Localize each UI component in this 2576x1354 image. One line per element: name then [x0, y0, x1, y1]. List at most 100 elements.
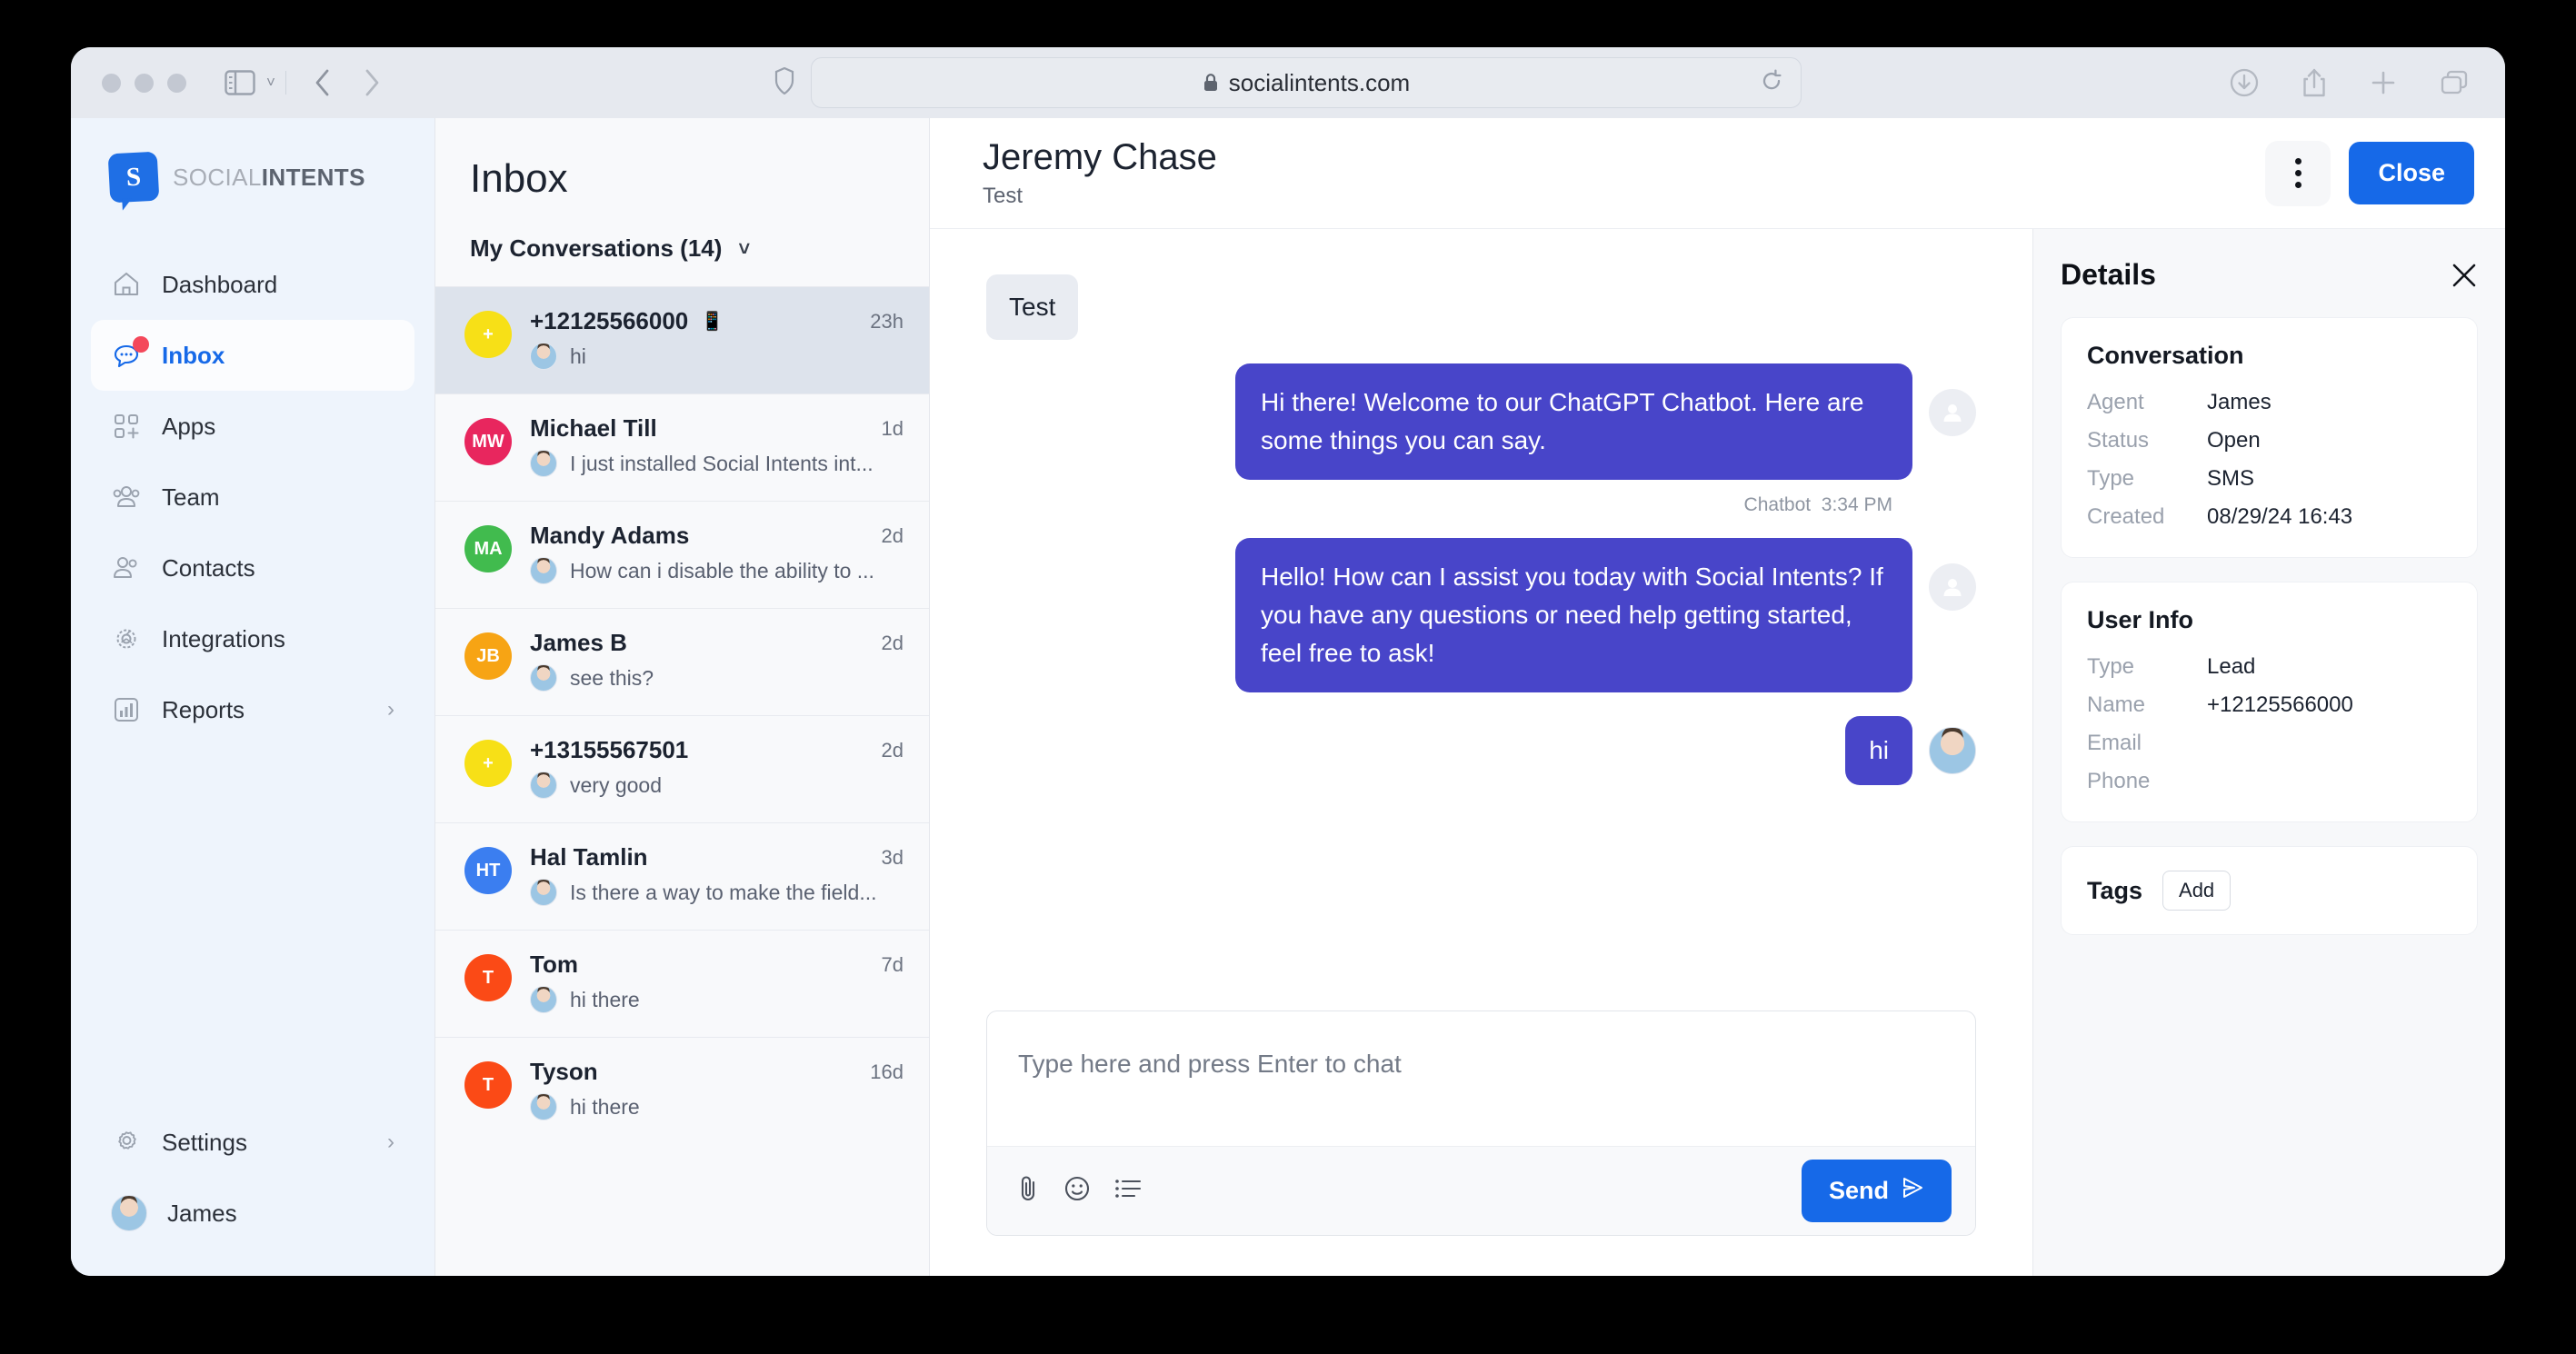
- sidebar-item-apps[interactable]: Apps: [91, 391, 414, 462]
- paperclip-icon[interactable]: [1016, 1174, 1040, 1208]
- list-item[interactable]: + +12125566000 📱 23h hi: [435, 286, 929, 393]
- list-item-name: +12125566000: [530, 307, 689, 334]
- forward-arrow-icon[interactable]: [363, 68, 381, 97]
- list-item-name: +13155567501: [530, 736, 689, 763]
- message-author: Chatbot: [1743, 494, 1812, 515]
- list-item-name: James B: [530, 629, 627, 656]
- message-bubble-incoming: Test: [986, 274, 1079, 340]
- message-composer: Type here and press Enter to chat Send: [986, 1011, 1976, 1236]
- kebab-menu-icon[interactable]: [2265, 140, 2331, 206]
- conversation-list-panel: Inbox My Conversations (14) ˅ + +12125566…: [434, 118, 930, 1276]
- avatar: [111, 1195, 147, 1231]
- detail-row: Type SMS: [2087, 466, 2451, 492]
- close-conversation-button[interactable]: Close: [2349, 142, 2474, 204]
- page-title: Inbox: [470, 156, 568, 201]
- sidebar-item-integrations[interactable]: Integrations: [91, 603, 414, 674]
- sidebar-item-label: Settings: [162, 1128, 247, 1156]
- message-input[interactable]: Type here and press Enter to chat: [987, 1011, 1975, 1146]
- avatar: [530, 1093, 557, 1120]
- chevron-down-icon: ˅: [738, 236, 751, 260]
- list-item[interactable]: JB James B 2d see this?: [435, 608, 929, 715]
- detail-key: Type: [2087, 654, 2135, 679]
- share-icon[interactable]: [2301, 67, 2327, 98]
- sidebar-item-label: Integrations: [162, 624, 285, 652]
- avatar: +: [464, 311, 512, 358]
- detail-key: Phone: [2087, 769, 2151, 793]
- message-time: 3:34 PM: [1821, 494, 1892, 515]
- list-item-time: 7d: [881, 952, 904, 976]
- tab-overview-icon[interactable]: [2440, 69, 2469, 96]
- list-item-snippet: hi: [570, 343, 586, 368]
- sidebar-footer: Settings › James: [71, 1107, 434, 1276]
- avatar: [530, 343, 557, 370]
- list-item[interactable]: + +13155567501 2d very good: [435, 715, 929, 822]
- url-input[interactable]: socialintents.com: [811, 57, 1802, 108]
- logo-letter: S: [125, 162, 142, 192]
- list-item[interactable]: T Tom 7d hi there: [435, 930, 929, 1037]
- list-item[interactable]: T Tyson 16d hi there: [435, 1037, 929, 1144]
- url-text: socialintents.com: [1228, 68, 1411, 96]
- avatar: HT: [464, 847, 512, 894]
- brand-logo[interactable]: S SOCIALINTENTS: [71, 118, 434, 204]
- maximize-window-button[interactable]: [167, 73, 186, 93]
- sidebar-item-reports[interactable]: Reports ›: [91, 674, 414, 745]
- back-arrow-icon[interactable]: [314, 68, 332, 97]
- list-item-snippet: hi there: [570, 1094, 640, 1119]
- add-tag-button[interactable]: Add: [2162, 871, 2232, 911]
- sidebar-user-name: James: [167, 1199, 237, 1227]
- sidebar-item-team[interactable]: Team: [91, 462, 414, 533]
- shield-icon[interactable]: [774, 66, 794, 99]
- close-x-icon[interactable]: [2451, 262, 2478, 289]
- inbox-header: Inbox My Conversations (14) ˅: [435, 118, 929, 286]
- avatar: [530, 879, 557, 906]
- window-traffic-lights[interactable]: [102, 73, 186, 93]
- list-item-time: 2d: [881, 631, 904, 654]
- conversation-filter-dropdown[interactable]: My Conversations (14) ˅: [470, 234, 894, 263]
- details-panel: Details Conversation Agent James Status Ope…: [2032, 229, 2505, 1276]
- list-icon[interactable]: [1114, 1177, 1142, 1205]
- sidebar-item-dashboard[interactable]: Dashboard: [91, 249, 414, 320]
- avatar: JB: [464, 632, 512, 680]
- user-info-heading: User Info: [2087, 606, 2194, 633]
- chevron-right-icon: ›: [387, 1130, 394, 1154]
- close-window-button[interactable]: [102, 73, 121, 93]
- sidebar-user-profile[interactable]: James: [91, 1178, 414, 1249]
- lock-icon: [1203, 73, 1219, 93]
- conversation-filter-label: My Conversations (14): [470, 234, 723, 262]
- sidebar-item-contacts[interactable]: Contacts: [91, 533, 414, 603]
- send-button[interactable]: Send: [1801, 1160, 1952, 1222]
- sidebar-dropdown-chevron-icon[interactable]: ˅: [266, 74, 275, 92]
- detail-row: Created 08/29/24 16:43: [2087, 504, 2451, 530]
- avatar: T: [464, 1061, 512, 1109]
- detail-key: Agent: [2087, 390, 2144, 414]
- detail-key: Email: [2087, 731, 2142, 755]
- minimize-window-button[interactable]: [135, 73, 154, 93]
- reload-icon[interactable]: [1761, 68, 1782, 97]
- message-bubble-outgoing: Hello! How can I assist you today with S…: [1235, 538, 1912, 692]
- smiley-icon[interactable]: [1063, 1175, 1091, 1207]
- list-item[interactable]: MW Michael Till 1d I just installed Social …: [435, 393, 929, 501]
- detail-row: Name +12125566000: [2087, 692, 2451, 718]
- tags-card: Tags Add: [2061, 846, 2478, 935]
- sidebar-item-inbox[interactable]: Inbox: [91, 320, 414, 391]
- detail-value: James: [2207, 390, 2271, 414]
- send-button-label: Send: [1828, 1177, 1889, 1204]
- list-item[interactable]: HT Hal Tamlin 3d Is there a way to make the…: [435, 822, 929, 930]
- sidebar-item-settings[interactable]: Settings ›: [91, 1107, 414, 1178]
- browser-window: ˅ socialintents.com S SOCIALINTENTS Dash…: [71, 47, 2505, 1276]
- logo-text-intents: INTENTS: [261, 163, 365, 191]
- avatar: [530, 772, 557, 799]
- detail-value: Lead: [2207, 654, 2256, 679]
- plus-icon[interactable]: [2370, 69, 2397, 96]
- sidebar-toggle-icon[interactable]: [225, 70, 255, 95]
- toolbar-divider: [285, 71, 286, 95]
- list-item-name: Hal Tamlin: [530, 843, 648, 871]
- avatar: [530, 664, 557, 692]
- message-bubble-outgoing: Hi there! Welcome to our ChatGPT Chatbot…: [1235, 363, 1912, 480]
- downloads-icon[interactable]: [2230, 68, 2259, 97]
- list-item-time: 2d: [881, 738, 904, 762]
- detail-row: Type Lead: [2087, 654, 2451, 680]
- detail-value: +12125566000: [2207, 692, 2353, 717]
- list-item[interactable]: MA Mandy Adams 2d How can i disable the abi…: [435, 501, 929, 608]
- detail-value: SMS: [2207, 466, 2255, 491]
